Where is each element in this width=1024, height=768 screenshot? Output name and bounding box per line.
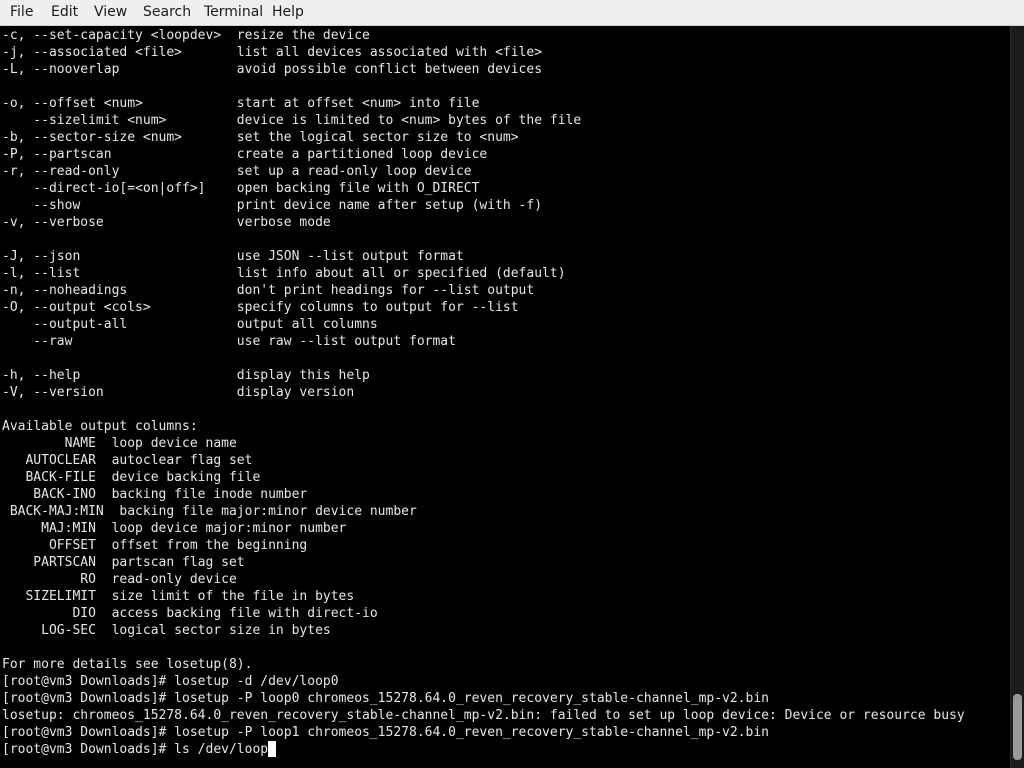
terminal-line-text: -j, --associated <file> list all devices… bbox=[2, 45, 543, 60]
terminal-line: BACK-FILE device backing file bbox=[2, 469, 260, 486]
terminal-line: losetup: chromeos_15278.64.0_reven_recov… bbox=[2, 707, 965, 724]
terminal-line: --output-all output all columns bbox=[2, 316, 378, 333]
terminal-line-text: -V, --version display version bbox=[2, 385, 355, 400]
menu-search[interactable]: Search bbox=[143, 0, 191, 26]
terminal-line-text: -c, --set-capacity <loopdev> resize the … bbox=[2, 28, 370, 43]
terminal-line: --direct-io[=<on|off>] open backing file… bbox=[2, 180, 479, 197]
terminal-line: PARTSCAN partscan flag set bbox=[2, 554, 245, 571]
terminal-line-text: -J, --json use JSON --list output format bbox=[2, 249, 464, 264]
terminal-line: NAME loop device name bbox=[2, 435, 237, 452]
terminal-line: --sizelimit <num> device is limited to <… bbox=[2, 112, 581, 129]
terminal-line-text: -o, --offset <num> start at offset <num>… bbox=[2, 96, 480, 111]
terminal-line: RO read-only device bbox=[2, 571, 237, 588]
terminal-line-text: BACK-INO backing file inode number bbox=[2, 487, 308, 502]
terminal-line-text: NAME loop device name bbox=[2, 436, 237, 451]
terminal-line-text: -l, --list list info about all or specif… bbox=[2, 266, 566, 281]
terminal-line-text: -v, --verbose verbose mode bbox=[2, 215, 331, 230]
terminal-line-text: For more details see losetup(8). bbox=[2, 657, 253, 672]
terminal-line: -n, --noheadings don't print headings fo… bbox=[2, 282, 534, 299]
terminal-line: [root@vm3 Downloads]# losetup -P loop1 c… bbox=[2, 724, 769, 741]
terminal-line-text: [root@vm3 Downloads]# losetup -d /dev/lo… bbox=[2, 674, 339, 689]
terminal-line: For more details see losetup(8). bbox=[2, 656, 252, 673]
terminal-line-text: -n, --noheadings don't print headings fo… bbox=[2, 283, 535, 298]
terminal-line-text: BACK-FILE device backing file bbox=[2, 470, 261, 485]
terminal-line-text: PARTSCAN partscan flag set bbox=[2, 555, 245, 570]
terminal-line: -O, --output <cols> specify columns to o… bbox=[2, 299, 519, 316]
terminal-line: --show print device name after setup (wi… bbox=[2, 197, 542, 214]
terminal-line: -V, --version display version bbox=[2, 384, 354, 401]
terminal-line-text: SIZELIMIT size limit of the file in byte… bbox=[2, 589, 355, 604]
terminal-line-text: losetup: chromeos_15278.64.0_reven_recov… bbox=[2, 708, 965, 723]
terminal-line: BACK-MAJ:MIN backing file major:minor de… bbox=[2, 503, 417, 520]
terminal-line: SIZELIMIT size limit of the file in byte… bbox=[2, 588, 354, 605]
terminal-line: LOG-SEC logical sector size in bytes bbox=[2, 622, 331, 639]
terminal-line: [root@vm3 Downloads]# losetup -P loop0 c… bbox=[2, 690, 769, 707]
terminal-line-text: [root@vm3 Downloads]# losetup -P loop0 c… bbox=[2, 691, 770, 706]
terminal-line: -h, --help display this help bbox=[2, 367, 370, 384]
terminal-line: --raw use raw --list output format bbox=[2, 333, 456, 350]
terminal-line-text: -b, --sector-size <num> set the logical … bbox=[2, 130, 519, 145]
terminal-line-text: -r, --read-only set up a read-only loop … bbox=[2, 164, 472, 179]
terminal-line-text: --raw use raw --list output format bbox=[2, 334, 456, 349]
text-cursor bbox=[268, 741, 277, 757]
menu-bar: File Edit View Search Terminal Help bbox=[0, 0, 1024, 26]
terminal-line-text: [root@vm3 Downloads]# ls /dev/loop bbox=[2, 742, 269, 757]
menu-terminal[interactable]: Terminal bbox=[204, 0, 263, 26]
terminal-line: -J, --json use JSON --list output format bbox=[2, 248, 464, 265]
terminal-line-text: --show print device name after setup (wi… bbox=[2, 198, 543, 213]
terminal-line-text: DIO access backing file with direct-io bbox=[2, 606, 378, 621]
terminal-line-text: --direct-io[=<on|off>] open backing file… bbox=[2, 181, 480, 196]
terminal-line: -b, --sector-size <num> set the logical … bbox=[2, 129, 519, 146]
menu-view[interactable]: View bbox=[94, 0, 127, 26]
terminal-line-text: -L, --nooverlap avoid possible conflict … bbox=[2, 62, 543, 77]
terminal-line: Available output columns: bbox=[2, 418, 198, 435]
terminal-line: [root@vm3 Downloads]# losetup -d /dev/lo… bbox=[2, 673, 339, 690]
terminal-line-text: AUTOCLEAR autoclear flag set bbox=[2, 453, 253, 468]
terminal-line: -c, --set-capacity <loopdev> resize the … bbox=[2, 27, 370, 44]
terminal-line-text: --output-all output all columns bbox=[2, 317, 378, 332]
terminal-line: -o, --offset <num> start at offset <num>… bbox=[2, 95, 479, 112]
terminal-output[interactable]: -c, --set-capacity <loopdev> resize the … bbox=[0, 26, 1010, 768]
menu-file[interactable]: File bbox=[10, 0, 33, 26]
terminal-line-text: RO read-only device bbox=[2, 572, 237, 587]
terminal-line: -l, --list list info about all or specif… bbox=[2, 265, 566, 282]
terminal-line: BACK-INO backing file inode number bbox=[2, 486, 307, 503]
scrollbar-thumb[interactable] bbox=[1013, 694, 1022, 760]
terminal-line: -r, --read-only set up a read-only loop … bbox=[2, 163, 472, 180]
terminal-line-text: MAJ:MIN loop device major:minor number bbox=[2, 521, 347, 536]
menu-edit[interactable]: Edit bbox=[51, 0, 78, 26]
terminal-line-text: [root@vm3 Downloads]# losetup -P loop1 c… bbox=[2, 725, 770, 740]
terminal-line: -L, --nooverlap avoid possible conflict … bbox=[2, 61, 542, 78]
menu-help[interactable]: Help bbox=[272, 0, 304, 26]
terminal-line: -v, --verbose verbose mode bbox=[2, 214, 331, 231]
terminal-line-text: OFFSET offset from the beginning bbox=[2, 538, 308, 553]
terminal-scrollbar[interactable] bbox=[1010, 26, 1024, 768]
terminal-line-text: -h, --help display this help bbox=[2, 368, 370, 383]
terminal-line-text: -O, --output <cols> specify columns to o… bbox=[2, 300, 519, 315]
terminal-line: AUTOCLEAR autoclear flag set bbox=[2, 452, 252, 469]
terminal-line: -j, --associated <file> list all devices… bbox=[2, 44, 542, 61]
terminal-line-text: -P, --partscan create a partitioned loop… bbox=[2, 147, 488, 162]
terminal-line-text: BACK-MAJ:MIN backing file major:minor de… bbox=[2, 504, 417, 519]
terminal-line-text: LOG-SEC logical sector size in bytes bbox=[2, 623, 331, 638]
terminal-line: MAJ:MIN loop device major:minor number bbox=[2, 520, 346, 537]
terminal-prompt-line: [root@vm3 Downloads]# ls /dev/loop bbox=[2, 741, 277, 758]
terminal-line: OFFSET offset from the beginning bbox=[2, 537, 307, 554]
terminal-line-text: Available output columns: bbox=[2, 419, 198, 434]
terminal-line: -P, --partscan create a partitioned loop… bbox=[2, 146, 487, 163]
terminal-line: DIO access backing file with direct-io bbox=[2, 605, 378, 622]
terminal-line-text: --sizelimit <num> device is limited to <… bbox=[2, 113, 582, 128]
